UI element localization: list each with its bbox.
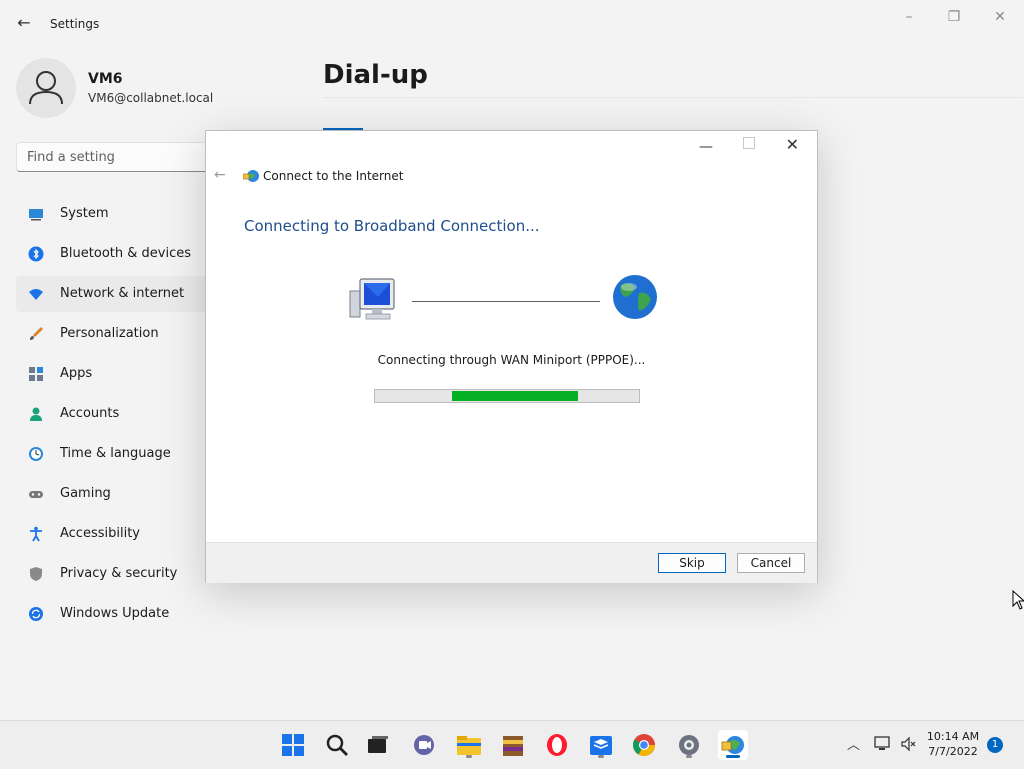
running-indicator [466, 755, 472, 758]
sidebar-item-label: Apps [60, 366, 93, 381]
taskbar-search-button[interactable] [322, 730, 352, 760]
mouse-cursor-icon [1012, 590, 1024, 610]
dialog-title: Connect to the Internet [263, 169, 404, 183]
task-view-icon [368, 736, 388, 753]
running-indicator [598, 755, 604, 758]
dialog-footer: Skip Cancel [206, 542, 817, 583]
start-icon [282, 734, 304, 756]
user-icon [29, 71, 63, 105]
sidebar-item-label: Time & language [60, 446, 171, 461]
sidebar-item-windows-update[interactable]: Windows Update [16, 596, 216, 632]
back-arrow-icon[interactable]: ← [14, 13, 34, 33]
notification-badge[interactable]: 1 [987, 737, 1003, 753]
shield-icon [30, 567, 42, 581]
time-icon [29, 447, 43, 461]
progress-fill [451, 391, 579, 401]
computer-icon [349, 278, 395, 320]
sidebar-item-personalization[interactable]: Personalization [16, 316, 216, 352]
sidebar-item-bluetooth-devices[interactable]: Bluetooth & devices [16, 236, 216, 272]
header-divider [323, 97, 1023, 98]
dialog-heading: Connecting to Broadband Connection... [244, 217, 540, 235]
close-icon[interactable]: ✕ [987, 8, 1013, 26]
running-indicator [686, 755, 692, 758]
accounts-icon [30, 407, 42, 421]
clock-time[interactable]: 10:14 AM [925, 730, 981, 743]
sidebar-item-accounts[interactable]: Accounts [16, 396, 216, 432]
dialog-close-icon[interactable]: ✕ [786, 135, 799, 154]
sidebar-item-gaming[interactable]: Gaming [16, 476, 216, 512]
taskbar-chrome-button[interactable] [629, 730, 659, 760]
sidebar-item-label: Network & internet [60, 286, 185, 301]
minimize-icon[interactable]: – [896, 8, 922, 26]
sidebar-item-accessibility[interactable]: Accessibility [16, 516, 216, 552]
connect-dialog: — ✕ ← Connect to the Internet Connecting… [205, 130, 818, 583]
sidebar-item-privacy-security[interactable]: Privacy & security [16, 556, 216, 592]
apps-icon [29, 367, 43, 381]
sidebar-item-apps[interactable]: Apps [16, 356, 216, 392]
avatar[interactable] [16, 58, 76, 118]
sidebar-item-label: Personalization [60, 326, 159, 341]
taskbar-chat-button[interactable] [409, 730, 439, 760]
taskbar-opera-button[interactable] [542, 730, 572, 760]
globe-icon [613, 275, 657, 319]
volume-muted-icon[interactable] [900, 736, 916, 752]
sidebar-item-system[interactable]: System [16, 196, 216, 232]
restore-icon[interactable]: ❐ [941, 8, 967, 26]
clock-date[interactable]: 7/7/2022 [925, 745, 981, 758]
sidebar-item-label: Accessibility [60, 526, 140, 541]
app-title: Settings [50, 17, 100, 31]
taskbar-network-globe-button[interactable] [718, 730, 748, 760]
accessibility-icon [30, 526, 42, 542]
dialog-back-icon: ← [214, 167, 226, 183]
brush-icon [30, 327, 43, 340]
sidebar-item-label: System [60, 206, 109, 221]
archive-icon [503, 736, 523, 756]
network-status-icon[interactable] [874, 736, 892, 752]
sidebar-item-label: Gaming [60, 486, 111, 501]
chrome-icon [633, 734, 655, 756]
opera-icon [547, 734, 567, 756]
taskbar-archive-button[interactable] [498, 730, 528, 760]
skip-button[interactable]: Skip [658, 553, 726, 573]
taskbar: ︿ 10:14 AM 7/7/2022 1 [0, 720, 1024, 769]
connection-status: Connecting through WAN Miniport (PPPOE).… [377, 353, 646, 367]
chat-icon [414, 735, 434, 755]
update-icon [29, 607, 43, 621]
page-title: Dial-up [323, 60, 428, 90]
sidebar-item-label: Windows Update [60, 606, 170, 621]
sidebar-item-time-language[interactable]: Time & language [16, 436, 216, 472]
sidebar-item-network-internet[interactable]: Network & internet [16, 276, 216, 312]
title-bar: ← Settings – ❐ ✕ [0, 0, 1024, 48]
bluetooth-icon [28, 246, 44, 262]
search-icon [326, 734, 348, 756]
gaming-icon [29, 491, 43, 498]
sidebar-item-label: Accounts [60, 406, 120, 421]
cancel-button[interactable]: Cancel [737, 553, 805, 573]
sidebar-item-label: Privacy & security [60, 566, 178, 581]
user-name: VM6 [88, 71, 123, 87]
connection-line [412, 301, 600, 302]
system-icon [29, 209, 43, 221]
user-email: VM6@collabnet.local [88, 91, 214, 105]
network-globe-icon [243, 170, 259, 182]
taskbar-settings-button[interactable] [674, 730, 704, 760]
taskbar-file-explorer-button[interactable] [454, 730, 484, 760]
taskbar-store-button[interactable] [586, 730, 616, 760]
dialog-maximize-icon [743, 137, 755, 149]
search-placeholder: Find a setting [27, 150, 115, 165]
tray-chevron-up-icon[interactable]: ︿ [847, 734, 860, 753]
wifi-icon [29, 289, 43, 300]
taskbar-start-button[interactable] [278, 730, 308, 760]
progress-bar [374, 389, 640, 403]
taskbar-task-view-button[interactable] [363, 730, 393, 760]
sidebar-item-label: Bluetooth & devices [60, 246, 191, 261]
dialog-minimize-icon[interactable]: — [699, 139, 713, 155]
running-indicator [726, 755, 740, 758]
